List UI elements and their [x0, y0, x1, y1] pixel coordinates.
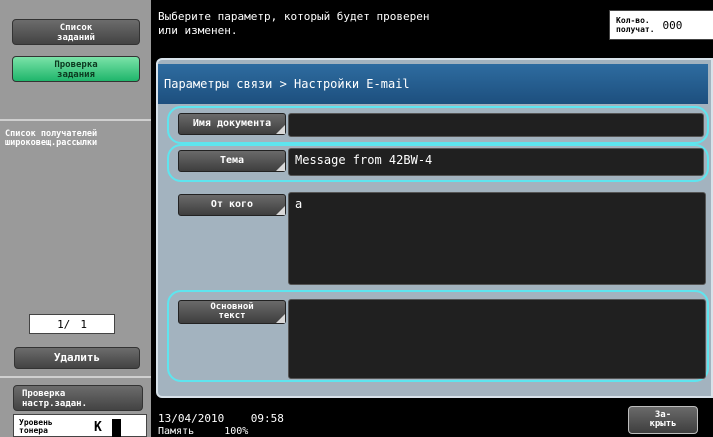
- toner-color: K: [94, 420, 102, 435]
- recipient-list-label: Список получателей широковещ.рассылки: [5, 129, 98, 148]
- delete-button[interactable]: Удалить: [14, 347, 140, 369]
- date: 13/04/2010: [158, 412, 225, 425]
- doc-name-field[interactable]: [288, 113, 704, 137]
- recipient-count: Кол-во. получат. 000: [609, 10, 713, 40]
- breadcrumb: Параметры связи > Настройки E-mail: [158, 64, 708, 104]
- memory-label: Память: [158, 426, 195, 437]
- subject-field[interactable]: Message from 42BW-4: [288, 148, 704, 176]
- close-button[interactable]: За- крыть: [628, 406, 698, 434]
- check-settings-button[interactable]: Проверка настр.задан.: [13, 385, 143, 411]
- memory-status: Память 100%: [158, 427, 248, 437]
- count-label: Кол-во. получат.: [616, 16, 655, 34]
- page-current: 1/: [57, 317, 71, 331]
- memory-value: 100%: [224, 426, 249, 437]
- from-button[interactable]: От кого: [178, 194, 286, 216]
- body-text-field[interactable]: [288, 299, 706, 379]
- count-value: 000: [662, 18, 683, 32]
- job-list-button[interactable]: Список заданий: [12, 19, 140, 45]
- from-field[interactable]: a: [288, 192, 706, 285]
- toner-level-icon: [112, 419, 121, 437]
- page-total: 1: [80, 317, 87, 331]
- instruction-message: Выберите параметр, который будет провере…: [158, 10, 430, 37]
- left-divider-2: [0, 376, 151, 378]
- left-divider: [0, 119, 151, 121]
- doc-name-button[interactable]: Имя документа: [178, 113, 286, 135]
- datetime: 13/04/2010 09:58: [158, 413, 284, 425]
- body-text-button[interactable]: Основной текст: [178, 300, 286, 324]
- check-job-button[interactable]: Проверка задания: [12, 56, 140, 82]
- page-indicator: 1/ 1: [29, 314, 115, 334]
- subject-button[interactable]: Тема: [178, 150, 286, 172]
- toner-label: Уровень тонера: [19, 418, 53, 435]
- time: 09:58: [250, 412, 284, 425]
